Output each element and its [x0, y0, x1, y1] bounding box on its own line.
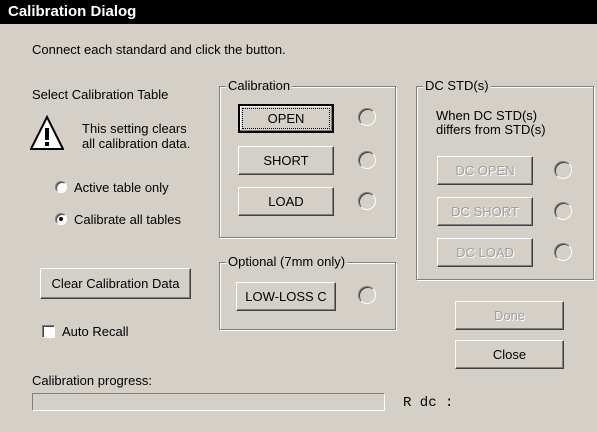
dc-short-status-led: [554, 202, 572, 220]
title-bar[interactable]: Calibration Dialog: [0, 0, 597, 24]
warning-text-line2: all calibration data.: [82, 136, 191, 151]
close-button[interactable]: Close: [455, 340, 564, 369]
warning-text-line1: This setting clears: [82, 121, 187, 136]
dc-std-legend: DC STD(s): [423, 78, 491, 93]
dc-note-line1: When DC STD(s): [436, 108, 538, 123]
warning-icon: [29, 114, 65, 151]
auto-recall-box[interactable]: [42, 325, 55, 338]
radio-all-tables-label: Calibrate all tables: [74, 212, 181, 227]
short-button[interactable]: SHORT: [238, 146, 334, 175]
auto-recall-checkbox[interactable]: Auto Recall: [42, 324, 152, 340]
radio-active-table[interactable]: Active table only: [55, 180, 195, 196]
done-button[interactable]: Done: [455, 301, 564, 330]
select-table-heading: Select Calibration Table: [32, 87, 169, 102]
radio-active-table-label: Active table only: [74, 180, 169, 195]
dc-open-status-led: [554, 161, 572, 179]
open-button[interactable]: OPEN: [238, 104, 334, 133]
radio-all-tables-button[interactable]: [55, 213, 67, 225]
radio-active-table-button[interactable]: [55, 181, 67, 193]
progress-label: Calibration progress:: [32, 373, 152, 388]
dc-load-status-led: [554, 243, 572, 261]
calibration-progress-bar: [32, 393, 385, 411]
dc-short-button[interactable]: DC SHORT: [437, 197, 533, 226]
low-loss-button[interactable]: LOW-LOSS C: [236, 282, 336, 311]
dc-load-button[interactable]: DC LOAD: [437, 238, 533, 267]
rdc-readout: R dc :: [403, 395, 454, 411]
auto-recall-label: Auto Recall: [62, 324, 129, 339]
radio-all-tables[interactable]: Calibrate all tables: [55, 212, 205, 228]
instruction-text: Connect each standard and click the butt…: [32, 42, 286, 57]
short-status-led: [358, 151, 376, 169]
load-button[interactable]: LOAD: [238, 187, 334, 216]
dc-note-line2: differs from STD(s): [436, 122, 546, 137]
open-status-led: [358, 108, 376, 126]
calibration-legend: Calibration: [226, 78, 293, 93]
load-status-led: [358, 192, 376, 210]
clear-calibration-button[interactable]: Clear Calibration Data: [40, 268, 191, 299]
low-loss-status-led: [358, 286, 376, 304]
optional-legend: Optional (7mm only): [226, 254, 348, 269]
dc-open-button[interactable]: DC OPEN: [437, 156, 533, 185]
calibration-dialog: Calibration Dialog Connect each standard…: [0, 0, 597, 432]
